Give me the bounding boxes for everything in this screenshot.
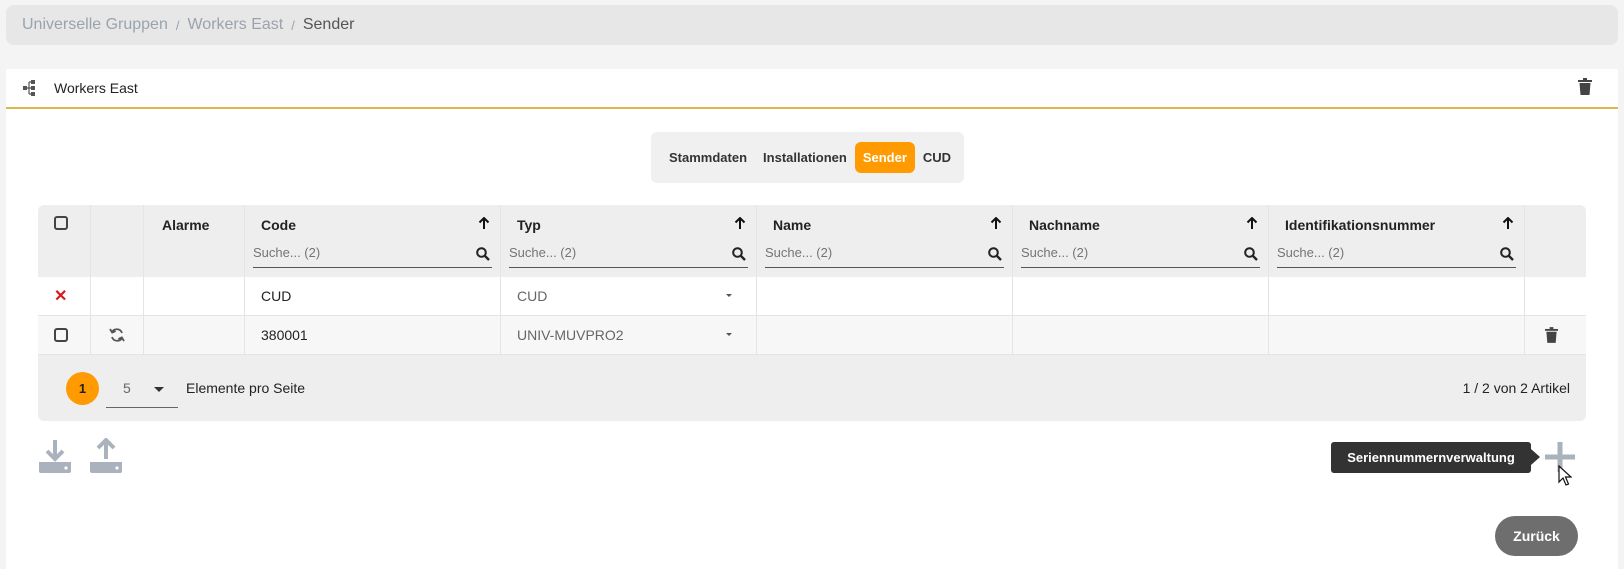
row-alarme-cell [144,316,245,354]
page-size-value[interactable]: 5 [123,380,131,396]
header-identifikationsnummer: Identifikationsnummer [1269,205,1525,277]
row-action-cell [91,277,144,315]
breadcrumb-separator: / [175,17,180,33]
header-label-alarme: Alarme [162,217,210,233]
table-header-row: Alarme Code Typ Name [38,205,1586,277]
row-nachname-cell [1013,316,1269,354]
page-size-select[interactable]: 5 [106,369,178,408]
row-status-cell: ✕ [38,277,91,315]
search-field-identifikationsnummer [1277,243,1516,268]
mouse-cursor-icon [1558,464,1573,492]
row-nachname-cell [1013,277,1269,315]
cell-typ[interactable]: CUD [517,288,547,304]
breadcrumb-item-universelle-gruppen[interactable]: Universelle Gruppen [22,16,168,34]
row-alarme-cell [144,277,245,315]
breadcrumb-item-workers-east[interactable]: Workers East [187,16,283,34]
group-card: Workers East Stammdaten Installationen S… [6,69,1618,569]
header-typ: Typ [501,205,757,277]
search-icon[interactable] [476,247,490,266]
row-ident-cell [1269,316,1525,354]
header-select-cell [38,205,91,277]
card-title: Workers East [54,80,138,96]
tooltip: Seriennummernverwaltung [1331,442,1540,473]
sort-arrow-icon[interactable] [990,216,1002,235]
tab-sender[interactable]: Sender [854,142,915,173]
search-field-code [253,243,492,268]
cell-typ[interactable]: UNIV-MUVPRO2 [517,327,624,343]
download-icon[interactable] [37,438,73,479]
tab-bar: Stammdaten Installationen Sender CUD [651,132,964,183]
sort-arrow-icon[interactable] [734,216,746,235]
search-icon[interactable] [988,247,1002,266]
card-header: Workers East [6,69,1618,109]
row-trash-cell [1525,277,1579,315]
header-label-nachname: Nachname [1029,217,1100,233]
back-button[interactable]: Zurück [1495,516,1578,556]
sort-arrow-icon[interactable] [478,216,490,235]
row-ident-cell [1269,277,1525,315]
search-icon[interactable] [1500,247,1514,266]
refresh-icon[interactable] [109,327,125,348]
breadcrumb-current: Sender [302,16,355,33]
page-button-1[interactable]: 1 [66,372,99,405]
close-icon[interactable]: ✕ [54,286,67,306]
search-field-name [765,243,1004,268]
search-input-name[interactable] [765,245,965,260]
pagination-bar: 1 5 Elemente pro Seite 1 / 2 von 2 Artik… [38,355,1586,421]
search-field-typ [509,243,748,268]
row-code-cell: 380001 [245,316,501,354]
search-icon[interactable] [732,247,746,266]
row-code-cell: CUD [245,277,501,315]
search-input-identifikationsnummer[interactable] [1277,245,1477,260]
sort-arrow-icon[interactable] [1246,216,1258,235]
breadcrumb-separator: / [291,17,295,33]
header-code: Code [245,205,501,277]
tree-icon [23,80,37,101]
per-page-label: Elemente pro Seite [186,380,306,396]
sort-arrow-icon[interactable] [1502,216,1514,235]
row-trash-cell [1525,316,1579,354]
tab-installationen[interactable]: Installationen [755,142,855,173]
cell-code: CUD [261,288,292,304]
row-name-cell [757,277,1013,315]
delete-group-icon[interactable] [1578,78,1592,100]
cell-code: 380001 [261,327,308,343]
row-typ-cell[interactable]: CUD [501,277,757,315]
header-label-code: Code [261,217,296,233]
tab-stammdaten[interactable]: Stammdaten [661,142,755,173]
upload-icon[interactable] [88,437,124,479]
row-typ-cell[interactable]: UNIV-MUVPRO2 [501,316,757,354]
table-row[interactable]: 380001 UNIV-MUVPRO2 [38,316,1586,355]
header-trash-cell [1525,205,1579,277]
chevron-down-icon[interactable] [726,333,732,336]
select-all-checkbox[interactable] [54,216,68,230]
header-action-cell [91,205,144,277]
chevron-down-icon[interactable] [726,294,732,297]
chevron-down-icon[interactable] [154,387,164,392]
row-checkbox[interactable] [54,328,68,342]
header-name: Name [757,205,1013,277]
header-label-name: Name [773,217,812,233]
header-label-typ: Typ [517,217,541,233]
search-input-code[interactable] [253,245,453,260]
table-row[interactable]: ✕ CUD CUD [38,277,1586,316]
search-field-nachname [1021,243,1260,268]
search-input-typ[interactable] [509,245,709,260]
row-select-cell [38,316,91,354]
delete-row-icon[interactable] [1545,327,1558,348]
search-input-nachname[interactable] [1021,245,1221,260]
sender-table: Alarme Code Typ Name [38,205,1586,421]
breadcrumb: Universelle Gruppen / Workers East / Sen… [6,5,1618,45]
header-nachname: Nachname [1013,205,1269,277]
search-icon[interactable] [1244,247,1258,266]
row-name-cell [757,316,1013,354]
tab-cud[interactable]: CUD [915,142,959,173]
row-action-cell [91,316,144,354]
header-alarme: Alarme [144,205,245,277]
page-info: 1 / 2 von 2 Artikel [1462,380,1570,396]
header-label-identifikationsnummer: Identifikationsnummer [1285,217,1436,233]
